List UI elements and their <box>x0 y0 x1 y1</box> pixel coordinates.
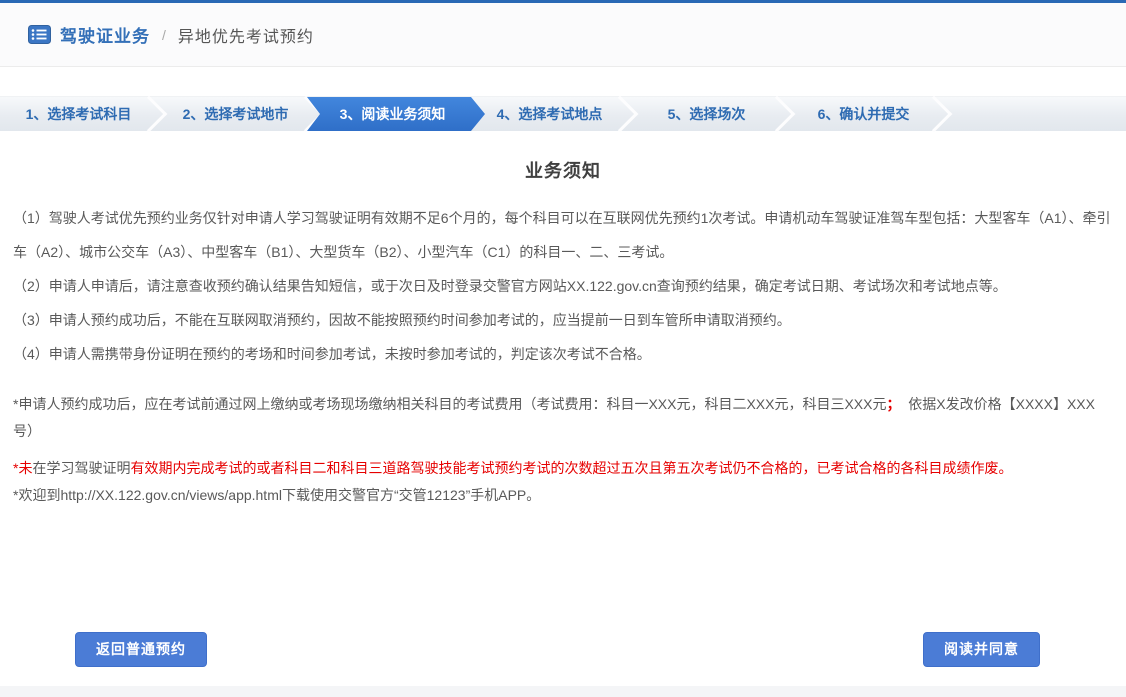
notice-content: 业务须知 （1）驾驶人考试优先预约业务仅针对申请人学习驾驶证明有效期不足6个月的… <box>0 157 1126 509</box>
notice-paragraph-1: （1）驾驶人考试优先预约业务仅针对申请人学习驾驶证明有效期不足6个月的，每个科目… <box>13 201 1113 269</box>
footer-actions: 返回普通预约 阅读并同意 <box>75 632 1040 667</box>
warning-red-prefix: *未 <box>13 460 32 476</box>
step-nav: 1、选择考试科目 2、选择考试地市 3、阅读业务须知 4、选择考试地点 5、选择… <box>0 96 1126 131</box>
breadcrumb-separator: / <box>162 27 166 43</box>
back-to-normal-booking-button[interactable]: 返回普通预约 <box>75 632 207 667</box>
step-2-select-exam-city[interactable]: 2、选择考试地市 <box>157 97 314 131</box>
warning-gray-text: 在学习驾驶证明 <box>32 460 130 476</box>
breadcrumb: 驾驶证业务 / 异地优先考试预约 <box>28 22 314 47</box>
step-3-read-business-notice: 3、阅读业务须知 <box>314 97 471 131</box>
page-header: 驾驶证业务 / 异地优先考试预约 <box>0 3 1126 67</box>
fee-note-red-semicolon: ； <box>887 396 901 412</box>
step-label: 4、选择考试地点 <box>497 104 603 124</box>
fee-note-text: *申请人预约成功后，应在考试前通过网上缴纳或考场现场缴纳相关科目的考试费用（考试… <box>13 396 887 412</box>
step-label: 3、阅读业务须知 <box>340 104 446 124</box>
step-label: 2、选择考试地市 <box>183 104 289 124</box>
warning-red-text: 有效期内完成考试的或者科目二和科目三道路驾驶技能考试预约考试的次数超过五次且第五… <box>130 460 1012 476</box>
notice-star-notes: *申请人预约成功后，应在考试前通过网上缴纳或考场现场缴纳相关科目的考试费用（考试… <box>13 391 1113 509</box>
step-label: 5、选择场次 <box>668 104 746 124</box>
step-label: 6、确认并提交 <box>818 104 910 124</box>
step-label: 1、选择考试科目 <box>26 104 132 124</box>
step-1-select-exam-subject[interactable]: 1、选择考试科目 <box>0 97 157 131</box>
breadcrumb-category[interactable]: 驾驶证业务 <box>60 22 150 47</box>
fee-note: *申请人预约成功后，应在考试前通过网上缴纳或考场现场缴纳相关科目的考试费用（考试… <box>13 391 1113 445</box>
notice-paragraph-3: （3）申请人预约成功后，不能在互联网取消预约，因故不能按照预约时间参加考试的，应… <box>13 303 1113 337</box>
notice-paragraph-4: （4）申请人需携带身份证明在预约的考场和时间参加考试，未按时参加考试的，判定该次… <box>13 337 1113 371</box>
breadcrumb-current-page: 异地优先考试预约 <box>178 23 314 47</box>
step-6-confirm-and-submit: 6、确认并提交 <box>785 97 942 131</box>
step-4-select-exam-site: 4、选择考试地点 <box>471 97 628 131</box>
notice-paragraph-2: （2）申请人申请后，请注意查收预约确认结果告知短信，或于次日及时登录交警官方网站… <box>13 269 1113 303</box>
read-and-agree-button[interactable]: 阅读并同意 <box>923 632 1040 667</box>
step-5-select-session: 5、选择场次 <box>628 97 785 131</box>
menu-list-icon <box>28 25 51 44</box>
bottom-strip <box>0 686 1126 697</box>
notice-title: 业务须知 <box>13 157 1113 183</box>
invalidation-warning-note: *未在学习驾驶证明有效期内完成考试的或者科目二和科目三道路驾驶技能考试预约考试的… <box>13 455 1113 482</box>
app-download-note: *欢迎到http://XX.122.gov.cn/views/app.html下… <box>13 482 1113 509</box>
notice-numbered-paragraphs: （1）驾驶人考试优先预约业务仅针对申请人学习驾驶证明有效期不足6个月的，每个科目… <box>13 201 1113 371</box>
